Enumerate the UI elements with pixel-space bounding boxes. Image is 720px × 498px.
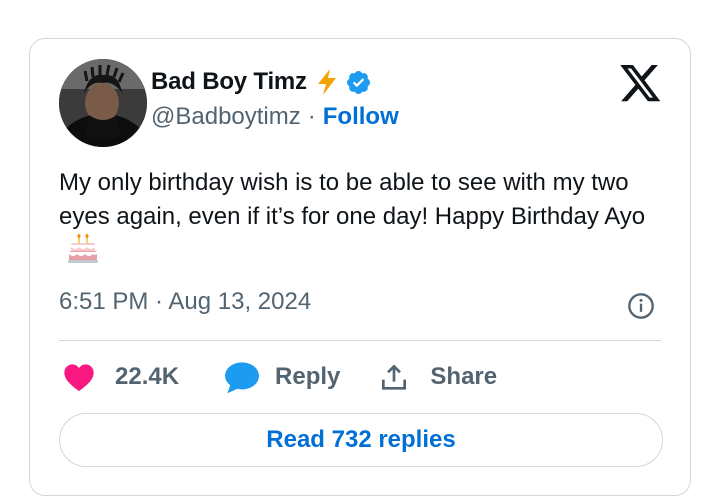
share-icon [382,364,407,390]
follow-button[interactable]: Follow [323,103,399,131]
share-label: Share [430,363,498,390]
divider [59,340,661,341]
like-button[interactable]: 22.4K [63,362,179,392]
reply-button[interactable]: Reply [223,360,340,394]
tweet-card: Bad Boy Timz @Badboytimz · Follow My onl… [29,38,691,496]
info-icon[interactable] [627,292,655,320]
author-handle-row: @Badboytimz · Follow [151,103,399,131]
birthday-cake-icon [67,234,99,264]
share-button[interactable]: Share [378,361,497,393]
reply-bubble-icon [225,362,260,394]
reply-label: Reply [275,363,341,390]
avatar[interactable] [59,59,147,147]
bolt-icon [315,68,339,96]
like-count: 22.4K [115,363,180,390]
separator-dot: · [307,103,316,130]
author-name-row: Bad Boy Timz [151,66,372,98]
tweet-text: My only birthday wish is to be able to s… [59,166,659,269]
tweet-text-body: My only birthday wish is to be able to s… [59,169,646,230]
tweet-actions: 22.4K Reply Share [59,357,497,397]
x-logo-icon[interactable] [620,65,662,103]
author-display-name[interactable]: Bad Boy Timz [151,68,307,96]
tweet-timestamp[interactable]: 6:51 PM · Aug 13, 2024 [59,288,311,316]
read-replies-button[interactable]: Read 732 replies [59,413,663,467]
author-handle[interactable]: @Badboytimz [151,103,301,131]
avatar-image [59,59,147,147]
heart-icon [64,364,94,392]
verified-icon [345,69,372,96]
